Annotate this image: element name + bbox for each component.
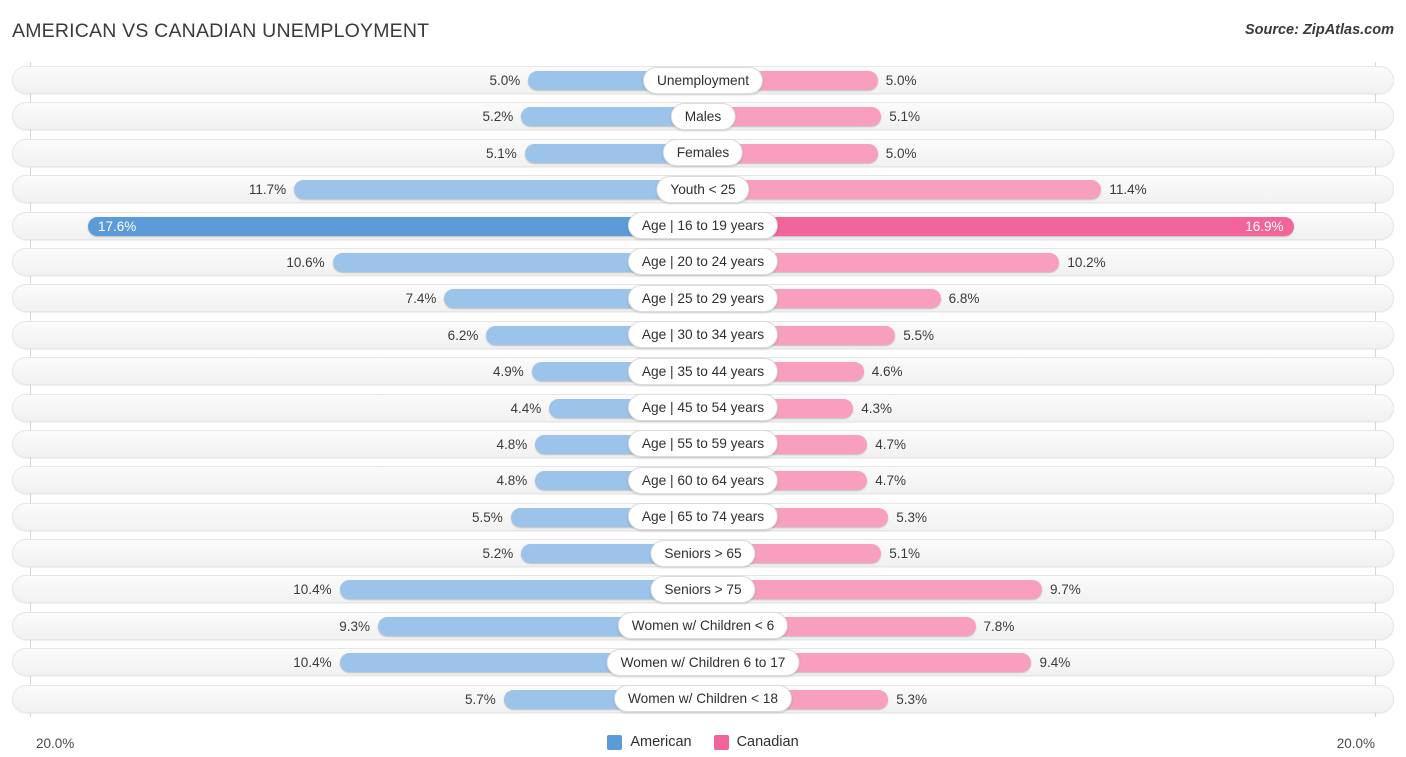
value-label-american: 4.8% [496,473,528,489]
category-label: Age | 45 to 54 years [627,394,779,422]
chart-row: 10.4% 9.4% Women w/ Children 6 to 17 [0,644,1406,680]
value-label-canadian: 6.8% [948,291,980,307]
category-label: Women w/ Children < 6 [617,612,789,640]
chart-row: 11.7% 11.4% Youth < 25 [0,171,1406,207]
chart-plot-area: 5.0% 5.0% Unemployment 5.2% 5.1% Males 5.1% 5.0… [0,62,1406,717]
value-label-american: 4.8% [496,436,528,452]
value-label-canadian: 4.6% [871,364,903,380]
category-label: Seniors > 65 [650,539,756,567]
legend-swatch-icon [607,734,623,750]
category-label: Age | 30 to 34 years [627,321,779,349]
chart-row: 10.4% 9.7% Seniors > 75 [0,571,1406,607]
bar-american [88,216,703,236]
category-label: Women w/ Children < 18 [613,685,793,713]
category-label: Age | 25 to 29 years [627,284,779,312]
value-label-canadian: 5.0% [885,73,917,88]
legend-item[interactable]: Canadian [713,734,799,750]
value-label-american: 9.3% [339,618,371,634]
category-label: Age | 20 to 24 years [627,248,779,276]
value-label-american: 10.4% [293,582,332,598]
category-label: Females [662,139,744,167]
value-label-canadian: 5.3% [896,691,927,707]
bar-canadian [703,180,1102,200]
value-label-canadian: 10.2% [1067,254,1106,270]
value-label-american: 5.5% [472,509,503,525]
legend-label: American [630,734,692,750]
value-label-american: 4.9% [492,364,524,380]
value-label-american: 5.0% [489,73,521,88]
category-label: Age | 55 to 59 years [627,430,779,458]
chart-row: 7.4% 6.8% Age | 25 to 29 years [0,280,1406,316]
value-label-american: 5.2% [482,546,514,562]
value-label-american: 7.4% [405,291,437,307]
value-label-canadian: 5.1% [889,546,920,562]
chart-row: 4.9% 4.6% Age | 35 to 44 years [0,353,1406,389]
value-label-canadian: 16.9% [1245,218,1284,234]
value-label-american: 5.2% [482,109,514,125]
chart-row: 5.2% 5.1% Males [0,98,1406,134]
chart-row: 4.4% 4.3% Age | 45 to 54 years [0,390,1406,426]
chart-header: AMERICAN VS CANADIAN UNEMPLOYMENT Source… [0,0,1406,62]
legend-label: Canadian [736,734,799,750]
chart-row: 5.2% 5.1% Seniors > 65 [0,535,1406,571]
category-label: Unemployment [642,66,764,94]
chart-row: 5.5% 5.3% Age | 65 to 74 years [0,499,1406,535]
value-label-canadian: 5.1% [889,109,920,125]
value-label-canadian: 7.8% [983,618,1015,634]
chart-row: 4.8% 4.7% Age | 60 to 64 years [0,462,1406,498]
value-label-canadian: 5.3% [896,509,927,525]
value-label-american: 10.4% [293,655,332,671]
chart-footer: 20.0% 20.0% American Canadian [0,717,1406,757]
value-label-american: 17.6% [98,218,137,234]
value-label-american: 11.7% [248,182,287,198]
value-label-canadian: 5.0% [885,145,917,161]
bar-rows-container: 5.0% 5.0% Unemployment 5.2% 5.1% Males 5.1% 5.0… [0,62,1406,717]
value-label-canadian: 4.7% [875,436,906,452]
value-label-american: 4.4% [510,400,542,416]
bar-american [339,580,703,600]
value-label-canadian: 5.5% [903,327,934,343]
chart-page: AMERICAN VS CANADIAN UNEMPLOYMENT Source… [0,0,1406,757]
category-label: Youth < 25 [656,175,750,203]
value-label-american: 10.6% [286,254,325,270]
category-label: Age | 16 to 19 years [627,212,779,240]
bar-american [294,180,703,200]
category-label: Age | 35 to 44 years [627,357,779,385]
chart-row: 5.7% 5.3% Women w/ Children < 18 [0,681,1406,717]
legend-swatch-icon [713,734,729,750]
category-label: Age | 60 to 64 years [627,466,779,494]
chart-row: 5.0% 5.0% Unemployment [0,62,1406,98]
page-title: AMERICAN VS CANADIAN UNEMPLOYMENT [12,20,430,42]
chart-row: 6.2% 5.5% Age | 30 to 34 years [0,317,1406,353]
chart-row: 5.1% 5.0% Females [0,135,1406,171]
category-label: Seniors > 75 [650,575,756,603]
chart-row: 9.3% 7.8% Women w/ Children < 6 [0,608,1406,644]
chart-row: 4.8% 4.7% Age | 55 to 59 years [0,426,1406,462]
chart-row: 17.6% 16.9% Age | 16 to 19 years [0,208,1406,244]
value-label-american: 5.1% [486,145,517,161]
source-attribution: Source: ZipAtlas.com [1244,22,1394,38]
chart-row: 10.6% 10.2% Age | 20 to 24 years [0,244,1406,280]
value-label-canadian: 9.4% [1039,655,1071,671]
value-label-canadian: 4.7% [875,473,906,489]
value-label-canadian: 11.4% [1109,182,1147,198]
value-label-canadian: 4.3% [861,400,893,416]
value-label-american: 5.7% [465,691,496,707]
category-label: Women w/ Children 6 to 17 [606,648,800,676]
chart-legend: American Canadian [0,734,1406,750]
category-label: Age | 65 to 74 years [627,503,779,531]
legend-item[interactable]: American [607,734,692,750]
value-label-american: 6.2% [447,327,479,343]
value-label-canadian: 9.7% [1049,582,1081,598]
category-label: Males [670,102,736,130]
